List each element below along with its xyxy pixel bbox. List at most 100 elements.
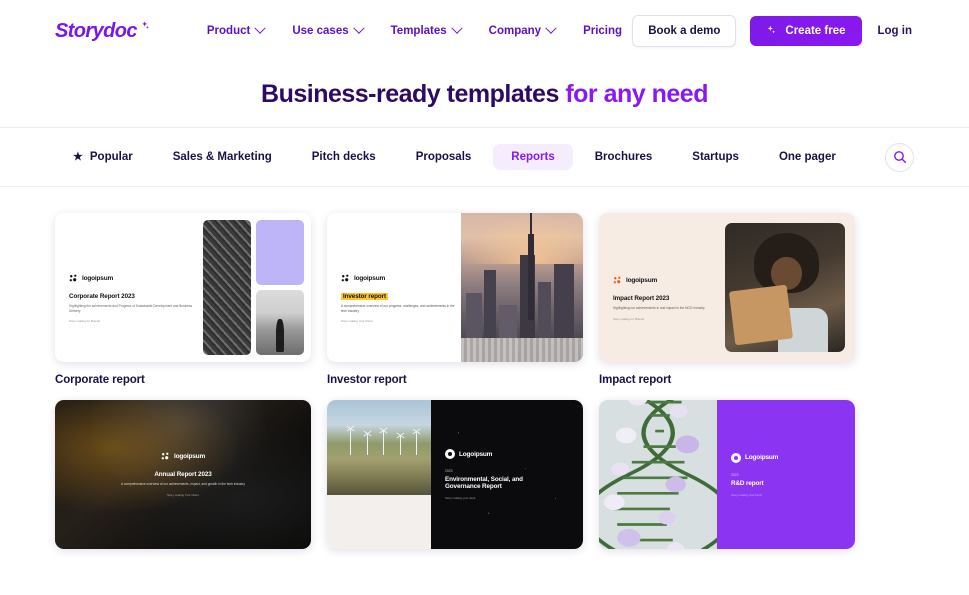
purple-block xyxy=(256,220,304,285)
page-title-primary: Business-ready templates xyxy=(261,80,559,108)
ground xyxy=(461,338,583,362)
logoipsum-text: logoipsum xyxy=(626,277,658,285)
wind-turbine xyxy=(416,432,418,456)
logoipsum-logo: Logoipsum xyxy=(445,449,583,459)
template-card-rnd-report[interactable]: Logoipsum 2023 R&D report Story making Y… xyxy=(599,400,855,561)
storydoc-logo[interactable]: Storydoc xyxy=(55,20,149,43)
template-grid: logoipsum Corporate Report 2023 Highligh… xyxy=(0,187,969,561)
slide-preview: logoipsum Impact Report 2023 Highlightin… xyxy=(599,213,855,362)
header-actions: Book a demo Create free Log in xyxy=(632,15,914,47)
logoipsum-mark-icon xyxy=(731,452,741,463)
city-skyline-image xyxy=(461,213,583,362)
book-demo-button[interactable]: Book a demo xyxy=(632,15,737,47)
template-thumbnail[interactable]: logoipsum Impact Report 2023 Highlightin… xyxy=(599,213,855,362)
template-thumbnail[interactable]: Logoipsum 2023 Environmental, Social, an… xyxy=(327,400,583,549)
create-free-label: Create free xyxy=(785,25,846,37)
template-card-annual-report[interactable]: logoipsum Annual Report 2023 A comprehen… xyxy=(55,400,311,561)
nav-item-templates[interactable]: Templates xyxy=(390,22,463,37)
logoipsum-logo: Logoipsum xyxy=(731,452,855,463)
category-tabs: ★ Popular Sales & Marketing Pitch decks … xyxy=(55,144,885,170)
slide-text-block: logoipsum Impact Report 2023 Highlightin… xyxy=(599,213,725,362)
category-tabbar: ★ Popular Sales & Marketing Pitch decks … xyxy=(0,128,969,187)
template-card-esg-report[interactable]: Logoipsum 2023 Environmental, Social, an… xyxy=(327,400,583,561)
slide-meta: Story making for Brands xyxy=(613,316,645,321)
template-card-corporate-report[interactable]: logoipsum Corporate Report 2023 Highligh… xyxy=(55,213,311,386)
slide-text-block: logoipsum Investor report A comprehensiv… xyxy=(327,213,461,362)
wind-turbine xyxy=(349,428,351,456)
nav-item-use-cases[interactable]: Use cases xyxy=(292,22,365,37)
logoipsum-logo: logoipsum xyxy=(341,274,461,283)
wind-turbine xyxy=(399,436,401,456)
nav-item-company[interactable]: Company xyxy=(489,22,557,37)
slide-year: 2023 xyxy=(445,469,453,473)
slide-title: Environmental, Social, and Governance Re… xyxy=(445,476,523,490)
logoipsum-mark-icon xyxy=(69,274,77,282)
logoipsum-mark-icon xyxy=(161,452,169,460)
slide-subtitle: Highlighting the achievements and Progre… xyxy=(69,303,193,313)
esg-left-panel xyxy=(327,400,431,549)
tab-proposals[interactable]: Proposals xyxy=(398,144,490,170)
slide-title: Corporate Report 2023 xyxy=(69,292,135,300)
template-thumbnail[interactable]: Logoipsum 2023 R&D report Story making Y… xyxy=(599,400,855,549)
slide-text-block: logoipsum Annual Report 2023 A comprehen… xyxy=(121,452,245,497)
login-button[interactable]: Log in xyxy=(876,21,915,41)
site-header: Storydoc Product Use cases Templates Com… xyxy=(0,0,969,62)
template-card-impact-report[interactable]: logoipsum Impact Report 2023 Highlightin… xyxy=(599,213,855,386)
slide-text-block: Logoipsum 2023 R&D report Story making Y… xyxy=(717,400,855,549)
slide-meta: Story making Your Client xyxy=(167,492,199,497)
nav-item-product[interactable]: Product xyxy=(206,22,267,37)
hero-section: Business-ready templates for any need xyxy=(0,62,969,128)
star-icon: ★ xyxy=(73,150,83,163)
logoipsum-logo: logoipsum xyxy=(121,452,245,461)
street-image xyxy=(256,290,304,355)
template-thumbnail[interactable]: logoipsum Investor report A comprehensiv… xyxy=(327,213,583,362)
main-navigation: Product Use cases Templates Company Pric… xyxy=(206,22,622,37)
cardboard-box xyxy=(729,284,793,345)
template-thumbnail[interactable]: logoipsum Corporate Report 2023 Highligh… xyxy=(55,213,311,362)
slide-text-block: logoipsum Corporate Report 2023 Highligh… xyxy=(55,213,203,362)
wind-turbine xyxy=(383,430,385,456)
tab-label: Popular xyxy=(89,151,133,163)
tab-sales-marketing[interactable]: Sales & Marketing xyxy=(155,144,290,170)
card-title: Investor report xyxy=(327,374,407,386)
chevron-down-icon xyxy=(545,22,557,34)
template-card-investor-report[interactable]: logoipsum Investor report A comprehensiv… xyxy=(327,213,583,386)
card-title: Corporate report xyxy=(55,374,145,386)
nav-label: Templates xyxy=(390,25,447,37)
create-free-button[interactable]: Create free xyxy=(750,16,862,46)
slide-preview: Logoipsum 2023 Environmental, Social, an… xyxy=(327,400,583,549)
slide-text-block: Logoipsum 2023 Environmental, Social, an… xyxy=(431,400,583,549)
wind-turbine xyxy=(366,434,368,456)
nav-label: Product xyxy=(206,25,251,37)
aerial-city-image xyxy=(203,220,251,355)
tab-reports[interactable]: Reports xyxy=(493,144,573,170)
chevron-down-icon xyxy=(450,22,463,34)
sparkle-icon xyxy=(141,20,149,29)
slide-subtitle: A comprehensive overview of our progress… xyxy=(341,303,455,313)
template-thumbnail[interactable]: logoipsum Annual Report 2023 A comprehen… xyxy=(55,400,311,549)
chevron-down-icon xyxy=(352,22,365,34)
logoipsum-text: logoipsum xyxy=(82,274,114,282)
nav-label: Use cases xyxy=(292,25,349,37)
logoipsum-text: Logoipsum xyxy=(745,454,779,461)
tab-brochures[interactable]: Brochures xyxy=(577,144,671,170)
dna-strand xyxy=(599,400,717,549)
tower xyxy=(528,213,535,321)
nav-item-pricing[interactable]: Pricing xyxy=(583,25,622,37)
logoipsum-logo: logoipsum xyxy=(69,274,203,283)
tab-startups[interactable]: Startups xyxy=(674,144,757,170)
tab-one-pager[interactable]: One pager xyxy=(761,144,854,170)
tab-pitch-decks[interactable]: Pitch decks xyxy=(294,144,394,170)
logoipsum-text: logoipsum xyxy=(354,274,386,282)
search-icon xyxy=(893,151,906,164)
slide-preview: logoipsum Corporate Report 2023 Highligh… xyxy=(55,213,311,362)
logoipsum-mark-icon xyxy=(613,276,621,284)
logoipsum-text: logoipsum xyxy=(173,453,206,461)
white-panel xyxy=(327,495,431,549)
logoipsum-text: Logoipsum xyxy=(459,450,493,458)
tab-popular[interactable]: ★ Popular xyxy=(55,144,151,170)
slide-year: 2023 xyxy=(731,472,739,477)
slide-title: Impact Report 2023 xyxy=(613,295,670,303)
logo-text: Storydoc xyxy=(55,19,137,42)
search-button[interactable] xyxy=(885,142,914,172)
